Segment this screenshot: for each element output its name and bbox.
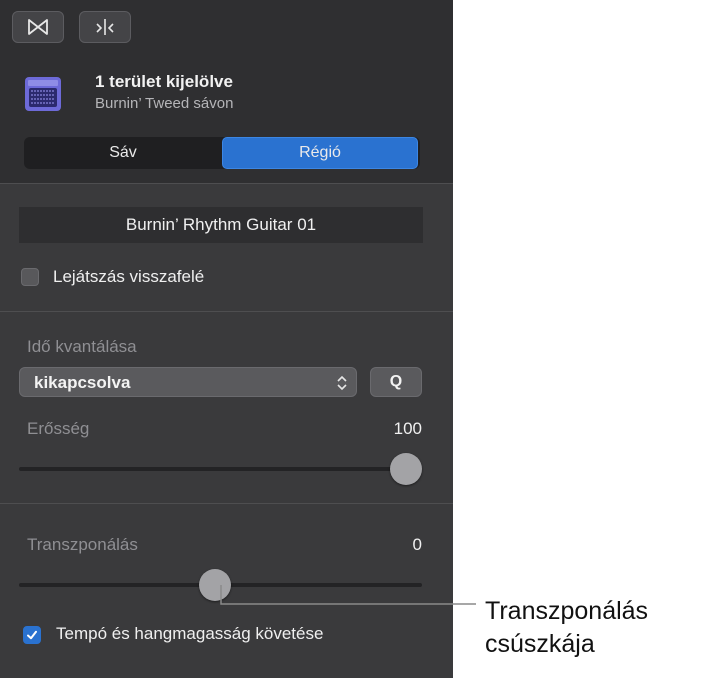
callout-line-1: Transzponálás <box>485 597 649 625</box>
callout-label: Transzponálás csúszkája <box>485 595 648 661</box>
callout-line-2: csúszkája <box>485 630 595 658</box>
callout-leader-line <box>220 585 476 605</box>
